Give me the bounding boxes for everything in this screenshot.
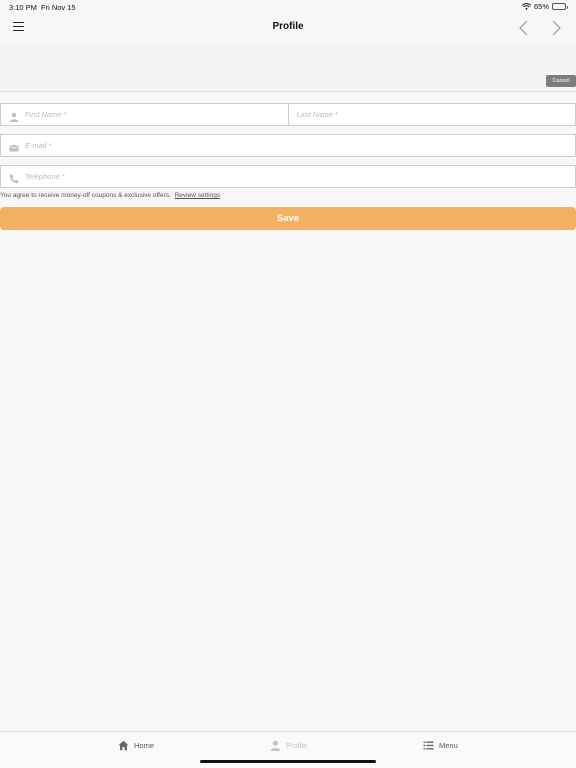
tab-home[interactable]: Home [118,740,154,751]
cancel-button[interactable]: Cancel [546,75,576,87]
telephone-field-wrapper [0,165,576,188]
list-icon [423,740,434,751]
chevron-left-icon[interactable] [518,20,530,36]
tab-home-label: Home [134,741,155,750]
phone-icon [9,171,19,184]
last-name-field-wrapper [288,103,576,126]
envelope-icon [9,140,19,152]
status-time: 3:10 PM [9,3,37,12]
page-title: Profile [272,21,304,32]
consent-text-container: You agree to receive money-off coupons &… [0,192,220,199]
first-name-field-wrapper [0,103,289,126]
last-name-input[interactable] [288,104,575,125]
status-date: Fri Nov 15 [41,3,76,12]
chevron-right-icon[interactable] [550,20,562,36]
consent-text: You agree to receive money-off coupons &… [0,192,171,199]
email-row [0,134,576,157]
email-input[interactable] [1,135,575,156]
tab-menu-label: Menu [439,741,458,750]
first-name-input[interactable] [1,104,288,125]
person-icon [9,109,19,122]
review-settings-link[interactable]: Review settings [175,192,221,199]
telephone-input[interactable] [1,166,575,187]
save-button[interactable]: Save [0,207,576,230]
nav-bar: Profile [0,14,576,42]
tab-profile-label: Profile [286,741,308,750]
home-icon [118,740,129,751]
tab-profile[interactable]: Profile [270,740,307,751]
name-row [0,103,576,126]
telephone-row [0,165,576,188]
battery-percent: 65% [533,2,549,11]
person-icon [270,740,281,751]
status-right: 65% [521,2,568,11]
wifi-icon [521,3,531,10]
email-field-wrapper [0,134,576,157]
status-bar: 3:10 PM Fri Nov 15 65% [0,0,576,14]
home-indicator [200,760,376,763]
tab-menu[interactable]: Menu [423,740,458,751]
battery-icon [552,3,568,10]
profile-header-area: Cancel [0,42,576,92]
